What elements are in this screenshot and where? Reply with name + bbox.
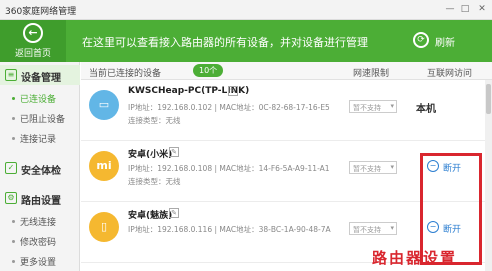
sidebar-item-change-password[interactable]: 修改密码 [0, 233, 80, 249]
sidebar-item-more-settings[interactable]: 更多设置 [0, 253, 80, 269]
list-icon: ≡ [5, 69, 17, 81]
sidebar-group-device-management[interactable]: ≡ 设备管理 [0, 65, 80, 85]
refresh-label: 刷新 [435, 38, 455, 49]
gear-icon: ⚙ [5, 192, 17, 204]
sidebar-item-connection-log[interactable]: 连接记录 [0, 130, 80, 146]
local-device-label: 本机 [416, 104, 436, 115]
sidebar-item-label: 无线连接 [20, 218, 57, 228]
sidebar-item-label: 已连设备 [20, 95, 57, 105]
monitor-icon: ▭ [89, 90, 119, 120]
phone-icon: ▯ [89, 212, 119, 242]
chevron-down-icon: ▾ [390, 102, 394, 110]
sidebar-item-blocked-devices[interactable]: 已阻止设备 [0, 110, 80, 126]
refresh-icon: ⟳ [413, 32, 429, 48]
sidebar-item-wireless[interactable]: 无线连接 [0, 213, 80, 229]
bullet-icon [12, 137, 15, 140]
close-icon[interactable]: ✕ [476, 3, 488, 15]
device-name: 安卓(小米) [128, 150, 173, 160]
phone-icon: mi [89, 151, 119, 181]
scrollbar-thumb[interactable] [486, 84, 491, 114]
edit-icon[interactable]: ✎ [228, 86, 238, 96]
sidebar-item-label: 连接记录 [20, 135, 57, 145]
bullet-icon [12, 117, 15, 120]
speed-limit-value: 暂不支持 [353, 165, 381, 173]
speed-limit-value: 暂不支持 [353, 104, 381, 112]
sidebar-group-label: 安全体检 [21, 166, 61, 177]
window-title: 360家庭网络管理 [5, 7, 77, 17]
bullet-icon [12, 97, 15, 100]
sidebar-group-label: 路由设置 [21, 196, 61, 207]
sidebar-item-connected-devices[interactable]: 已连设备 [0, 90, 80, 106]
sidebar-item-label: 修改密码 [20, 238, 57, 248]
device-address-info: IP地址：192.168.0.102 | MAC地址：0C-82-68-17-1… [128, 103, 330, 112]
column-header-device: 当前已连接的设备 [89, 69, 162, 79]
device-address-info: IP地址：192.168.0.116 | MAC地址：38-BC-1A-90-4… [128, 225, 331, 234]
device-name: 安卓(魅族) [128, 211, 173, 221]
shield-icon: ✓ [5, 162, 17, 174]
back-home-label: 返回首页 [14, 49, 51, 59]
title-bar: 360家庭网络管理 — □ ✕ [0, 0, 492, 20]
chevron-down-icon: ▾ [390, 224, 394, 232]
device-count-badge: 10个 [193, 64, 224, 77]
speed-limit-select[interactable]: 暂不支持 ▾ [349, 161, 397, 174]
speed-limit-value: 暂不支持 [353, 226, 381, 234]
sidebar-group-router-settings[interactable]: ⚙ 路由设置 [0, 188, 80, 208]
edit-icon[interactable]: ✎ [169, 147, 179, 157]
device-connection-type: 连接类型：无线 [128, 177, 181, 186]
back-home-button[interactable]: ← 返回首页 [0, 20, 66, 62]
device-address-info: IP地址：192.168.0.108 | MAC地址：14-F6-5A-A9-1… [128, 164, 330, 173]
sidebar-item-label: 更多设置 [20, 258, 57, 268]
sidebar: ≡ 设备管理 已连设备 已阻止设备 连接记录 ✓ 安全体检 ⚙ 路由设置 无线连… [0, 62, 80, 271]
edit-icon[interactable]: ✎ [169, 208, 179, 218]
table-row: ▭ KWSCHeap-PC(TP-LINK) ✎ IP地址：192.168.0.… [81, 81, 492, 141]
maximize-icon[interactable]: □ [459, 3, 471, 15]
column-header-speed: 网速限制 [353, 69, 390, 79]
speed-limit-select[interactable]: 暂不支持 ▾ [349, 222, 397, 235]
bullet-icon [12, 240, 15, 243]
device-connection-type: 连接类型：无线 [128, 116, 181, 125]
column-header-internet: 互联网访问 [427, 69, 473, 79]
speed-limit-select[interactable]: 暂不支持 ▾ [349, 100, 397, 113]
sidebar-group-security-check[interactable]: ✓ 安全体检 [0, 158, 80, 178]
minimize-icon[interactable]: — [444, 3, 456, 15]
bullet-icon [12, 220, 15, 223]
scrollbar[interactable] [485, 80, 492, 271]
bullet-icon [12, 260, 15, 263]
sidebar-group-label: 设备管理 [21, 73, 61, 84]
chevron-down-icon: ▾ [390, 163, 394, 171]
sidebar-item-label: 已阻止设备 [20, 115, 66, 125]
banner-description: 在这里可以查看接入路由器的所有设备，并对设备进行管理 [82, 36, 368, 49]
back-arrow-icon: ← [23, 23, 43, 43]
device-table-header: 当前已连接的设备 10个 网速限制 互联网访问 [81, 62, 492, 80]
header-banner: ← 返回首页 在这里可以查看接入路由器的所有设备，并对设备进行管理 ⟳ 刷新 [0, 20, 492, 62]
watermark: 路由器设置 [372, 249, 458, 267]
